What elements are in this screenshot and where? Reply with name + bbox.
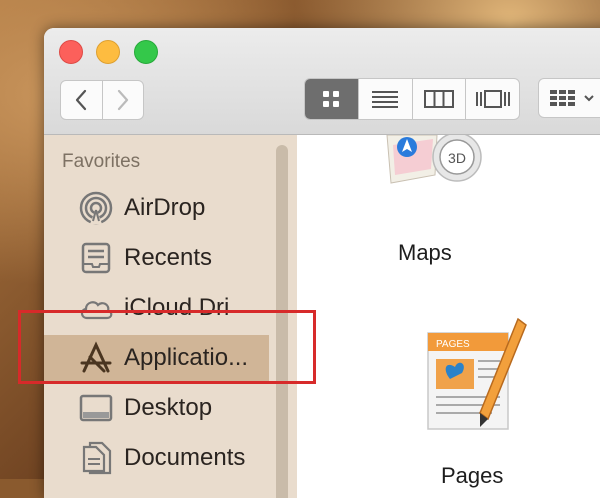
- sidebar-item-label: Recents: [124, 244, 213, 271]
- sidebar-heading: Favorites: [62, 151, 141, 172]
- arrange-button[interactable]: [538, 78, 600, 118]
- forward-button[interactable]: [101, 81, 144, 119]
- file-browser: 3D Maps PAGES Pages P: [297, 135, 600, 498]
- sidebar-item-desktop[interactable]: Desktop: [44, 385, 269, 431]
- list-view-button[interactable]: [357, 79, 412, 119]
- pages-app-item[interactable]: PAGES Pages: [417, 315, 547, 488]
- sidebar-item-airdrop[interactable]: AirDrop: [44, 185, 269, 231]
- sidebar-item-label: Documents: [124, 444, 246, 471]
- grid-icon: [323, 91, 340, 107]
- chevron-down-icon: [584, 95, 594, 102]
- sidebar-item-documents[interactable]: Documents: [44, 435, 269, 481]
- gallery-icon: [475, 90, 510, 108]
- icon-view-button[interactable]: [305, 79, 358, 119]
- chevron-left-icon: [76, 89, 87, 111]
- finder-window: Favorites AirDrop Recents iCloud Dri App…: [44, 28, 600, 498]
- documents-icon: [76, 438, 116, 478]
- app-label: Pages: [441, 463, 504, 488]
- recents-icon: [76, 238, 116, 278]
- maps-app-icon: 3D: [386, 135, 482, 184]
- pages-app-icon: PAGES: [427, 317, 527, 430]
- back-button[interactable]: [61, 81, 102, 119]
- list-icon: [372, 91, 399, 108]
- zoom-button[interactable]: [134, 40, 158, 64]
- svg-text:3D: 3D: [448, 150, 466, 166]
- column-view-button[interactable]: [411, 79, 466, 119]
- sidebar-item-label: Desktop: [124, 394, 213, 421]
- gallery-view-button[interactable]: [465, 79, 519, 119]
- chevron-right-icon: [117, 89, 128, 111]
- columns-icon: [423, 90, 454, 108]
- airdrop-icon: [76, 188, 116, 228]
- minimize-button[interactable]: [96, 40, 120, 64]
- view-mode-selector: [304, 78, 520, 120]
- navigation-buttons: [60, 80, 144, 120]
- app-label: Maps: [398, 240, 452, 265]
- sidebar-item-label: AirDrop: [124, 194, 206, 221]
- toolbar: [44, 28, 600, 135]
- maps-app-item[interactable]: 3D Maps: [377, 135, 497, 265]
- annotation-highlight-box: [18, 310, 316, 384]
- sidebar-item-recents[interactable]: Recents: [44, 235, 269, 281]
- close-button[interactable]: [59, 40, 83, 64]
- svg-text:PAGES: PAGES: [436, 339, 470, 350]
- arrange-grid-icon: [550, 90, 575, 106]
- desktop-icon: [76, 388, 116, 428]
